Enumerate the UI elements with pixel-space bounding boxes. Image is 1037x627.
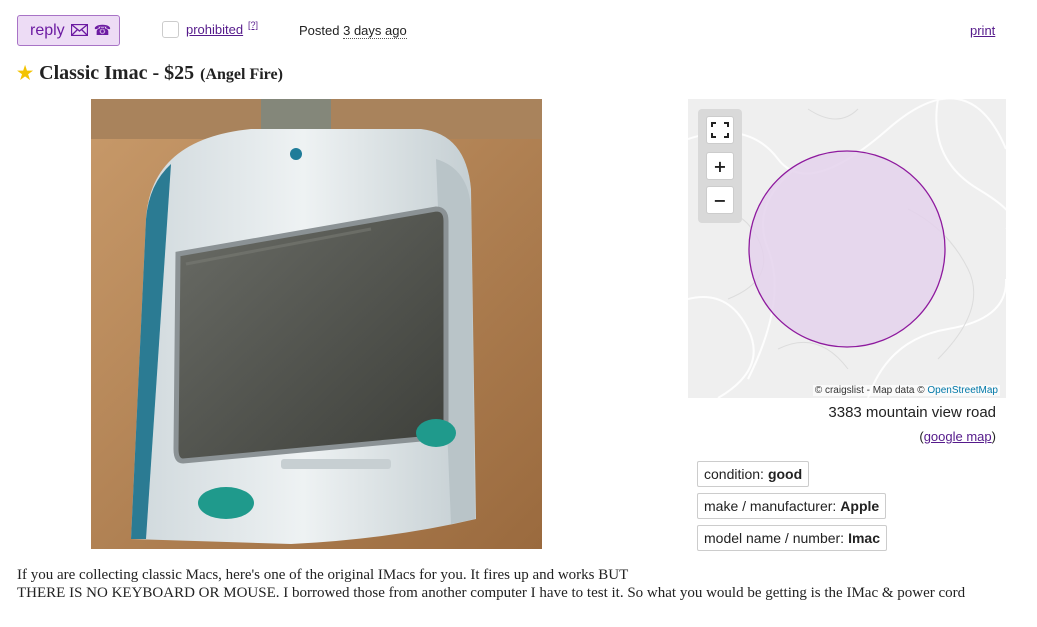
flag-help-link[interactable]: [?] <box>248 20 258 30</box>
posting-body: If you are collecting classic Macs, here… <box>17 566 1017 602</box>
zoom-in-icon[interactable]: + <box>706 152 734 180</box>
attr-value: Apple <box>840 498 880 514</box>
attr-label: model name / number: <box>704 530 845 546</box>
google-map-wrapper: (google map) <box>919 429 996 444</box>
posted-date: Posted 3 days ago <box>299 23 407 39</box>
flag-prohibited-link[interactable]: prohibited <box>186 22 243 37</box>
openstreetmap-link[interactable]: OpenStreetMap <box>927 385 998 396</box>
attr-label: make / manufacturer: <box>704 498 837 514</box>
map-address: 3383 mountain view road <box>828 404 996 421</box>
flag-checkbox[interactable] <box>162 21 179 38</box>
attr-value: Imac <box>848 530 880 546</box>
posted-prefix: Posted <box>299 23 340 38</box>
reply-button[interactable]: reply ☎ <box>17 15 120 46</box>
map-attribution: © craigslist - Map data © OpenStreetMap <box>812 385 1000 396</box>
fullscreen-icon[interactable] <box>706 116 734 144</box>
reply-label: reply <box>30 21 65 39</box>
attribution-text: © craigslist - Map data © <box>814 385 925 396</box>
attr-condition: condition: good <box>697 461 810 487</box>
posting-title: ★ Classic Imac - $25 (Angel Fire) <box>17 62 283 85</box>
attr-label: condition: <box>704 466 764 482</box>
map-controls: + − <box>698 109 742 223</box>
google-map-link[interactable]: google map <box>924 429 992 444</box>
attr-value: good <box>767 466 803 482</box>
attr-model: model name / number: Imac <box>697 525 887 551</box>
listing-photo[interactable] <box>91 99 542 549</box>
attr-manufacturer: make / manufacturer: Apple <box>697 493 887 519</box>
title-location: (Angel Fire) <box>200 66 283 83</box>
phone-icon: ☎ <box>93 22 112 38</box>
favorite-star-icon[interactable]: ★ <box>17 63 33 84</box>
body-line-1: If you are collecting classic Macs, here… <box>17 567 629 583</box>
zoom-out-icon[interactable]: − <box>706 186 734 214</box>
title-text: Classic Imac - $25 <box>39 62 195 84</box>
envelope-icon <box>70 23 88 39</box>
print-link[interactable]: print <box>970 23 995 38</box>
body-line-2: THERE IS NO KEYBOARD OR MOUSE. I borrowe… <box>17 585 966 601</box>
location-map[interactable]: + − © craigslist - Map data © OpenStreet… <box>688 99 1006 398</box>
posted-ago: 3 days ago <box>343 23 407 39</box>
